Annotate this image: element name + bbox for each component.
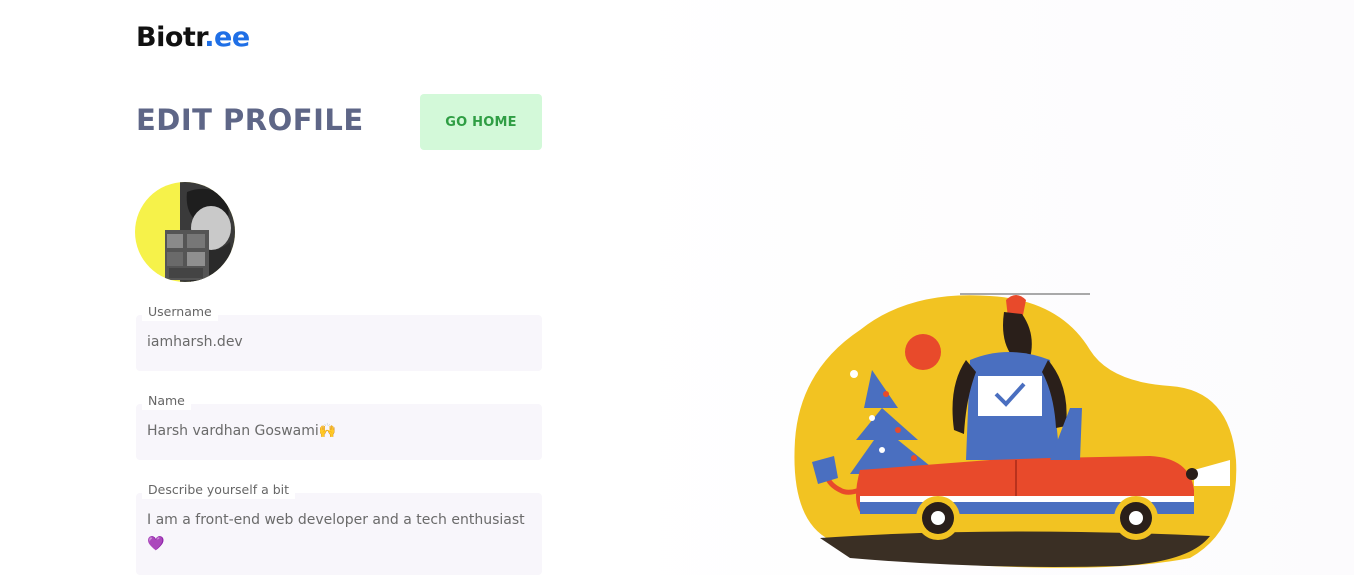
name-field[interactable]: Harsh vardhan Goswami🙌 [136, 404, 542, 460]
username-label: Username [142, 303, 218, 321]
username-input[interactable]: iamharsh.dev [147, 330, 243, 354]
edit-profile-page: Biotr.ee EDIT PROFILE GO HOME iamharsh.d… [0, 0, 1354, 575]
go-home-button[interactable]: GO HOME [420, 94, 542, 150]
avatar-photo [135, 182, 235, 282]
logo-main-text: Biotr [136, 22, 205, 53]
name-label: Name [142, 392, 191, 410]
bio-field[interactable]: I am a front-end web developer and a tec… [136, 493, 542, 575]
name-input[interactable]: Harsh vardhan Goswami🙌 [147, 419, 336, 443]
delivery-car-illustration [794, 293, 1237, 568]
app-logo[interactable]: Biotr.ee [136, 20, 250, 56]
page-title: EDIT PROFILE [136, 103, 364, 137]
bio-textarea[interactable]: I am a front-end web developer and a tec… [147, 508, 537, 556]
bio-label: Describe yourself a bit [142, 481, 296, 499]
username-field[interactable]: iamharsh.dev [136, 315, 542, 371]
logo-accent-text: .ee [204, 22, 250, 53]
avatar[interactable] [135, 182, 235, 282]
